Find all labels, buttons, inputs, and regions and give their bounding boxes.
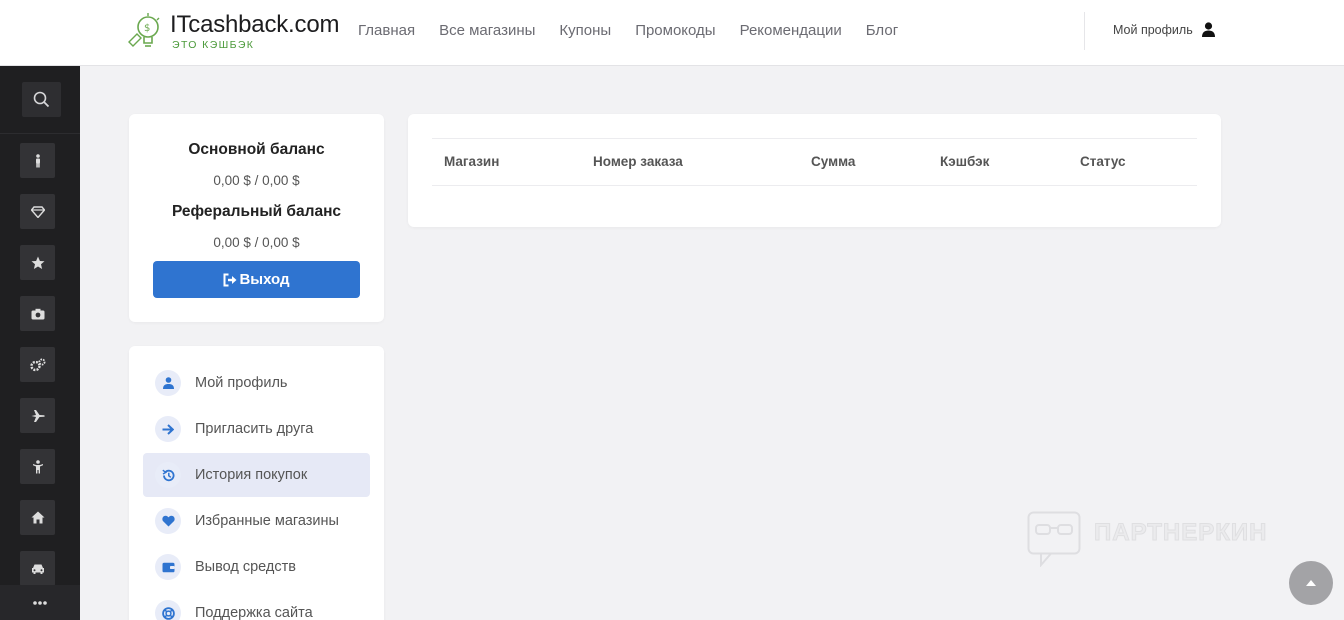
menu-item-profile[interactable]: Мой профиль — [143, 361, 370, 405]
sidebar-category-popular[interactable] — [20, 245, 55, 280]
column-header-status[interactable]: Статус — [1080, 154, 1126, 169]
star-icon — [31, 256, 44, 269]
watermark-text: ПАРТНЕРКИН — [1094, 519, 1268, 547]
header-profile-link[interactable]: Мой профиль — [1113, 22, 1215, 37]
sidebar-category-photo[interactable] — [20, 296, 55, 331]
child-icon — [32, 459, 43, 473]
sidebar-search-button[interactable] — [22, 82, 61, 117]
sidebar-divider — [0, 133, 80, 134]
table-divider — [432, 185, 1197, 186]
sidebar-category-travel[interactable] — [20, 398, 55, 433]
logo-title: ITcashback.com — [170, 11, 340, 38]
diamond-icon — [30, 205, 45, 218]
site-header: $ ITcashback.com ЭТО КЭШБЭК Главная Все … — [0, 0, 1344, 66]
watermark-logo-icon — [1027, 511, 1081, 567]
home-icon — [31, 511, 44, 524]
lightbulb-logo-icon: $ — [128, 13, 160, 47]
heart-icon — [161, 515, 175, 527]
sidebar-category-auto[interactable] — [20, 551, 55, 586]
sidebar-more-button[interactable] — [0, 585, 80, 620]
sidebar-category-jewelry[interactable] — [20, 194, 55, 229]
menu-item-support[interactable]: Поддержка сайта — [143, 591, 370, 620]
sign-out-icon — [223, 273, 237, 286]
account-menu: Мой профиль Пригласить друга История пок… — [129, 346, 384, 620]
sidebar-category-home[interactable] — [20, 500, 55, 535]
menu-item-history[interactable]: История покупок — [143, 453, 370, 497]
nav-coupons[interactable]: Купоны — [559, 22, 611, 39]
chevron-up-icon — [1306, 580, 1316, 586]
nav-all-stores[interactable]: Все магазины — [439, 22, 535, 39]
scroll-to-top-button[interactable] — [1289, 561, 1333, 605]
more-icon — [33, 600, 47, 605]
search-icon — [33, 91, 50, 108]
history-icon — [161, 469, 174, 481]
svg-text:$: $ — [144, 23, 150, 34]
column-header-store[interactable]: Магазин — [444, 154, 499, 169]
main-balance-value: 0,00 $ / 0,00 $ — [213, 173, 300, 188]
category-sidebar — [0, 66, 80, 620]
sidebar-category-clothing[interactable] — [20, 143, 55, 178]
column-header-order-number[interactable]: Номер заказа — [593, 154, 683, 169]
header-divider — [1084, 12, 1085, 50]
nav-home[interactable]: Главная — [358, 22, 415, 39]
logout-button[interactable]: Выход — [153, 261, 360, 298]
wallet-icon — [162, 562, 174, 572]
menu-item-label: Мой профиль — [195, 375, 288, 391]
user-icon — [162, 377, 174, 389]
sidebar-category-kids[interactable] — [20, 449, 55, 484]
balance-card: Основной баланс 0,00 $ / 0,00 $ Рефераль… — [129, 114, 384, 322]
menu-item-favorites[interactable]: Избранные магазины — [143, 499, 370, 543]
watermark: ПАРТНЕРКИН — [1027, 511, 1302, 567]
referral-balance-value: 0,00 $ / 0,00 $ — [213, 235, 300, 250]
main-nav: Главная Все магазины Купоны Промокоды Ре… — [358, 22, 922, 39]
lifebuoy-icon — [161, 606, 175, 620]
nav-promocodes[interactable]: Промокоды — [635, 22, 715, 39]
table-divider — [432, 138, 1197, 139]
main-balance-title: Основной баланс — [188, 141, 325, 158]
car-icon — [31, 564, 44, 574]
menu-item-label: Избранные магазины — [195, 513, 339, 529]
header-profile-label: Мой профиль — [1113, 22, 1193, 37]
sidebar-category-services[interactable] — [20, 347, 55, 382]
male-icon — [35, 153, 40, 167]
logo-subtitle: ЭТО КЭШБЭК — [172, 39, 255, 51]
menu-item-label: Поддержка сайта — [195, 605, 313, 620]
user-icon — [1201, 22, 1215, 37]
logout-label: Выход — [239, 271, 290, 288]
camera-icon — [31, 308, 44, 319]
column-header-amount[interactable]: Сумма — [811, 154, 855, 169]
purchase-history-table: Магазин Номер заказа Сумма Кэшбэк Статус — [408, 114, 1221, 227]
nav-blog[interactable]: Блог — [866, 22, 898, 39]
menu-item-label: Вывод средств — [195, 559, 296, 575]
menu-item-label: История покупок — [195, 467, 308, 483]
column-header-cashback[interactable]: Кэшбэк — [940, 154, 989, 169]
referral-balance-title: Реферальный баланс — [171, 203, 342, 220]
site-logo[interactable]: $ ITcashback.com ЭТО КЭШБЭК — [127, 10, 340, 52]
arrow-right-icon — [162, 423, 174, 435]
nav-recommendations[interactable]: Рекомендации — [740, 22, 842, 39]
plane-icon — [31, 409, 45, 422]
menu-item-withdraw[interactable]: Вывод средств — [143, 545, 370, 589]
menu-item-label: Пригласить друга — [195, 421, 314, 437]
menu-item-invite[interactable]: Пригласить друга — [143, 407, 370, 451]
cogs-icon — [29, 358, 45, 371]
